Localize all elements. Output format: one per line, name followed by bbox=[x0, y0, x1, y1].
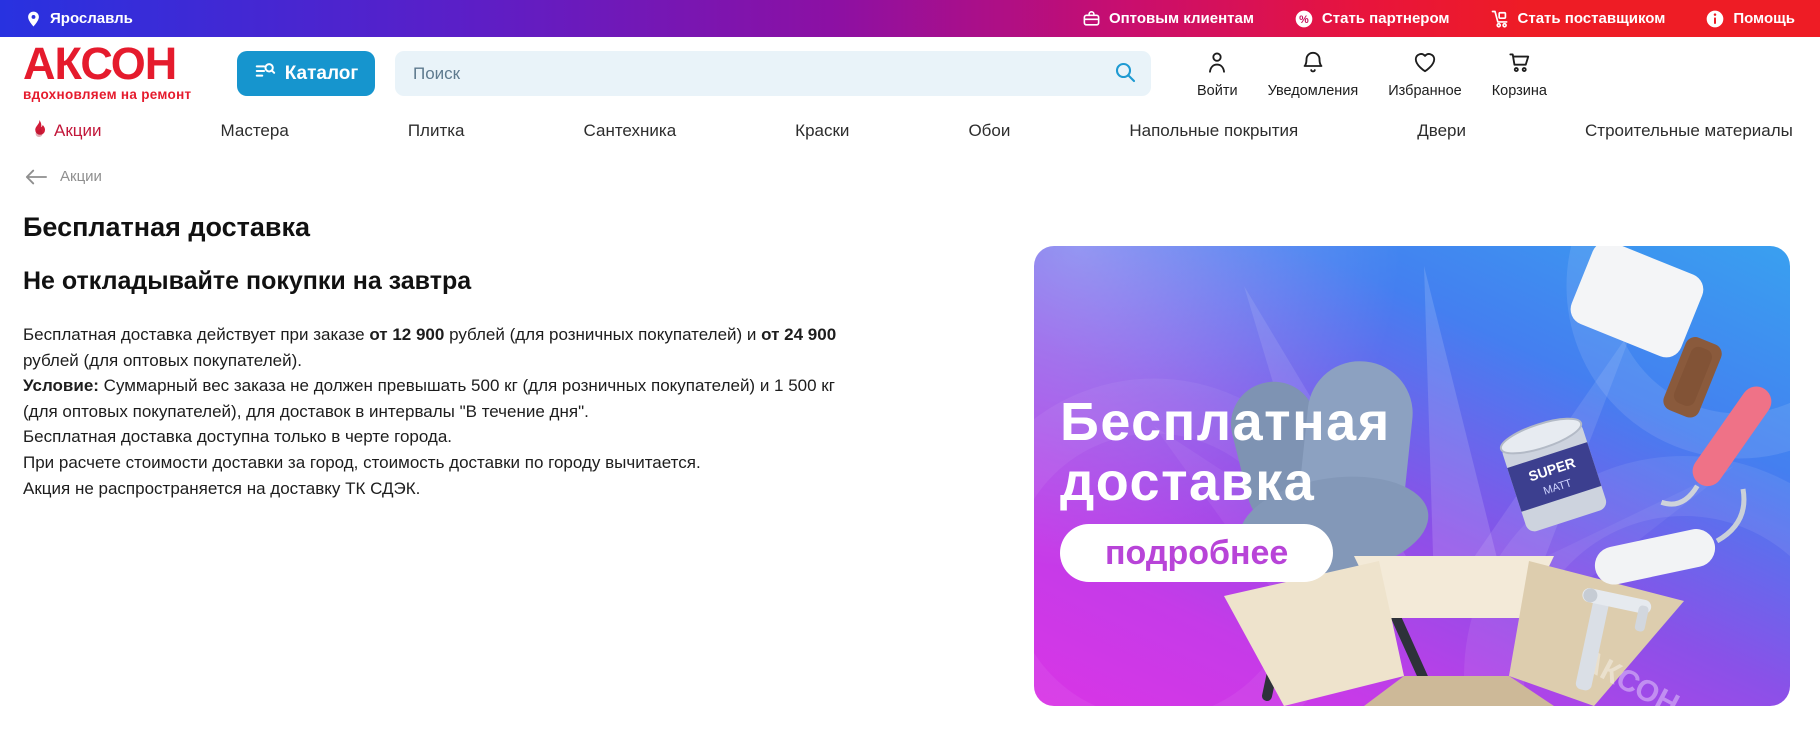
nav-item-wallpaper[interactable]: Обои bbox=[968, 121, 1010, 141]
banner-title-line2: доставка bbox=[1060, 452, 1316, 512]
promo-paragraph: Условие: Суммарный вес заказа не должен … bbox=[23, 376, 835, 421]
location-pin-icon bbox=[25, 9, 42, 29]
search-input[interactable] bbox=[413, 63, 1113, 84]
notifications-button[interactable]: Уведомления bbox=[1267, 49, 1359, 99]
topbar-link-supplier[interactable]: Стать поставщиком bbox=[1490, 9, 1666, 29]
nav-item-label: Обои bbox=[968, 121, 1011, 140]
bell-icon bbox=[1300, 49, 1326, 80]
briefcase-icon bbox=[1082, 9, 1101, 28]
topbar-link-label: Оптовым клиентам bbox=[1108, 10, 1254, 27]
nav-item-doors[interactable]: Двери bbox=[1417, 121, 1466, 141]
search-bar bbox=[395, 51, 1151, 96]
action-label: Войти bbox=[1197, 82, 1238, 99]
topbar-link-label: Стать поставщиком bbox=[1517, 10, 1666, 27]
nav-item-label: Мастера bbox=[220, 121, 289, 140]
banner-title-line1: Бесплатная bbox=[1060, 392, 1391, 452]
logo-tagline: вдохновляем на ремонт bbox=[23, 86, 192, 102]
nav-item-plumbing[interactable]: Сантехника bbox=[584, 121, 677, 141]
nav-item-label: Напольные покрытия bbox=[1129, 121, 1299, 140]
nav-item-masters[interactable]: Мастера bbox=[221, 121, 289, 141]
action-label: Избранное bbox=[1388, 82, 1462, 99]
header-actions: Войти Уведомления Избранное Корзина bbox=[1197, 49, 1547, 99]
percent-badge-icon: % bbox=[1294, 9, 1314, 29]
topbar-link-help[interactable]: Помощь bbox=[1705, 9, 1795, 29]
nav-item-promotions[interactable]: Акции bbox=[30, 119, 102, 143]
topbar-link-label: Стать партнером bbox=[1321, 10, 1450, 27]
info-icon bbox=[1705, 9, 1725, 29]
flame-icon bbox=[30, 119, 47, 143]
topbar-link-partner[interactable]: % Стать партнером bbox=[1294, 9, 1450, 29]
topbar-link-wholesale[interactable]: Оптовым клиентам bbox=[1082, 9, 1254, 28]
favorites-button[interactable]: Избранное bbox=[1388, 49, 1462, 99]
cart-button[interactable]: Корзина bbox=[1492, 49, 1547, 99]
topbar: Ярославль Оптовым клиентам % Стать партн… bbox=[0, 0, 1820, 37]
nav-item-building-materials[interactable]: Строительные материалы bbox=[1585, 121, 1793, 141]
promo-paragraph: При расчете стоимости доставки за город,… bbox=[23, 452, 701, 472]
promo-banner[interactable]: АКСОН SUPER MATT Бесплатная доставка под… bbox=[1034, 246, 1790, 706]
promo-paragraph: Акция не распространяется на доставку ТК… bbox=[23, 478, 421, 498]
banner-title: Бесплатная доставка bbox=[1060, 392, 1391, 512]
nav-item-label: Строительные материалы bbox=[1585, 121, 1793, 140]
nav-item-paints[interactable]: Краски bbox=[795, 121, 849, 141]
cart-icon bbox=[1506, 49, 1532, 80]
promo-content: Бесплатная доставка Не откладывайте поку… bbox=[23, 212, 838, 501]
action-label: Корзина bbox=[1491, 82, 1547, 99]
svg-text:%: % bbox=[1299, 13, 1309, 25]
breadcrumb: Акции bbox=[25, 168, 1820, 185]
nav-item-label: Плитка bbox=[407, 121, 465, 140]
header: АКСОН вдохновляем на ремонт Каталог Войт… bbox=[0, 37, 1820, 110]
catalog-button-label: Каталог bbox=[284, 62, 359, 84]
user-icon bbox=[1204, 49, 1230, 80]
handtruck-icon bbox=[1490, 9, 1510, 29]
topbar-link-label: Помощь bbox=[1733, 10, 1795, 27]
catalog-button[interactable]: Каталог bbox=[237, 51, 375, 96]
nav-item-label: Двери bbox=[1417, 121, 1466, 140]
banner-details-button[interactable]: подробнее bbox=[1060, 524, 1334, 582]
catalog-menu-search-icon bbox=[254, 60, 276, 88]
main-nav: Акции Мастера Плитка Сантехника Краски О… bbox=[0, 110, 1820, 152]
nav-item-flooring[interactable]: Напольные покрытия bbox=[1129, 121, 1298, 141]
action-label: Уведомления bbox=[1267, 82, 1359, 99]
nav-item-label: Краски bbox=[795, 121, 850, 140]
promo-paragraphs: Бесплатная доставка действует при заказе… bbox=[23, 322, 838, 501]
back-arrow-icon[interactable] bbox=[25, 169, 47, 185]
search-submit-button[interactable] bbox=[1113, 60, 1137, 87]
nav-item-label: Сантехника bbox=[583, 121, 677, 140]
logo-title: АКСОН bbox=[23, 38, 177, 90]
page-subtitle: Не откладывайте покупки на завтра bbox=[23, 267, 472, 295]
page-title: Бесплатная доставка bbox=[23, 212, 311, 242]
login-button[interactable]: Войти bbox=[1197, 49, 1238, 99]
topbar-links: Оптовым клиентам % Стать партнером Стать… bbox=[1082, 9, 1795, 29]
breadcrumb-promotions[interactable]: Акции bbox=[60, 168, 102, 185]
location-label: Ярославль bbox=[50, 10, 133, 27]
heart-icon bbox=[1412, 49, 1438, 80]
search-icon bbox=[1113, 60, 1137, 87]
promo-paragraph: Бесплатная доставка доступна только в че… bbox=[23, 427, 453, 447]
logo[interactable]: АКСОН вдохновляем на ремонт bbox=[23, 38, 211, 102]
location-selector[interactable]: Ярославль bbox=[25, 9, 133, 29]
nav-item-label: Акции bbox=[54, 121, 102, 140]
nav-item-tile[interactable]: Плитка bbox=[408, 121, 465, 141]
promo-paragraph: Бесплатная доставка действует при заказе… bbox=[23, 325, 837, 370]
